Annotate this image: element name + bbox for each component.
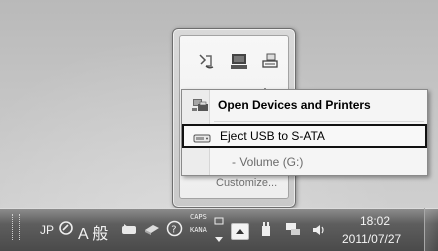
show-hidden-icons-button[interactable] [231,223,249,240]
ime-mode-indicator[interactable]: A 般 [78,220,108,244]
customize-link[interactable]: Customize... [216,177,277,189]
menu-item-volume: - Volume (G:) [185,150,424,174]
show-desktop-button[interactable] [424,208,438,251]
language-indicator[interactable]: JP [40,223,54,237]
devices-printers-icon [191,97,209,113]
svg-text:?: ? [171,225,176,236]
clock-date[interactable]: 2011/07/27 [342,232,401,246]
help-icon[interactable]: ? [166,220,183,241]
caps-label: CAPS [190,213,207,221]
caps-kana-indicator: CAPS KANA [190,213,212,235]
menu-separator [214,121,424,122]
network-icon[interactable] [197,51,217,71]
ime-menu-arrow-icon[interactable] [214,228,224,247]
safely-remove-hardware-icon[interactable] [258,220,274,242]
ime-pad-icon[interactable] [58,220,74,240]
menu-item-label: Eject USB to S-ATA [220,129,325,143]
menu-item-label: Open Devices and Printers [218,98,371,112]
computer-icon[interactable] [229,51,249,71]
menu-item-eject-usb[interactable]: Eject USB to S-ATA [182,124,427,148]
usb-drive-icon [193,130,211,146]
volume-icon[interactable] [311,222,327,241]
chevron-up-icon [236,229,244,234]
network-icon[interactable] [284,221,302,241]
kana-label: KANA [190,226,207,234]
menu-item-label: - Volume (G:) [232,155,304,169]
menu-item-open-devices-printers[interactable]: Open Devices and Printers [185,93,424,117]
taskbar-grip[interactable] [12,214,20,240]
clock-time[interactable]: 18:02 [360,214,390,228]
tools-icon[interactable] [120,221,138,241]
power-icon[interactable] [260,51,280,71]
context-menu: Open Devices and Printers Eject USB to S… [181,89,428,176]
dictionary-icon[interactable] [143,221,161,241]
